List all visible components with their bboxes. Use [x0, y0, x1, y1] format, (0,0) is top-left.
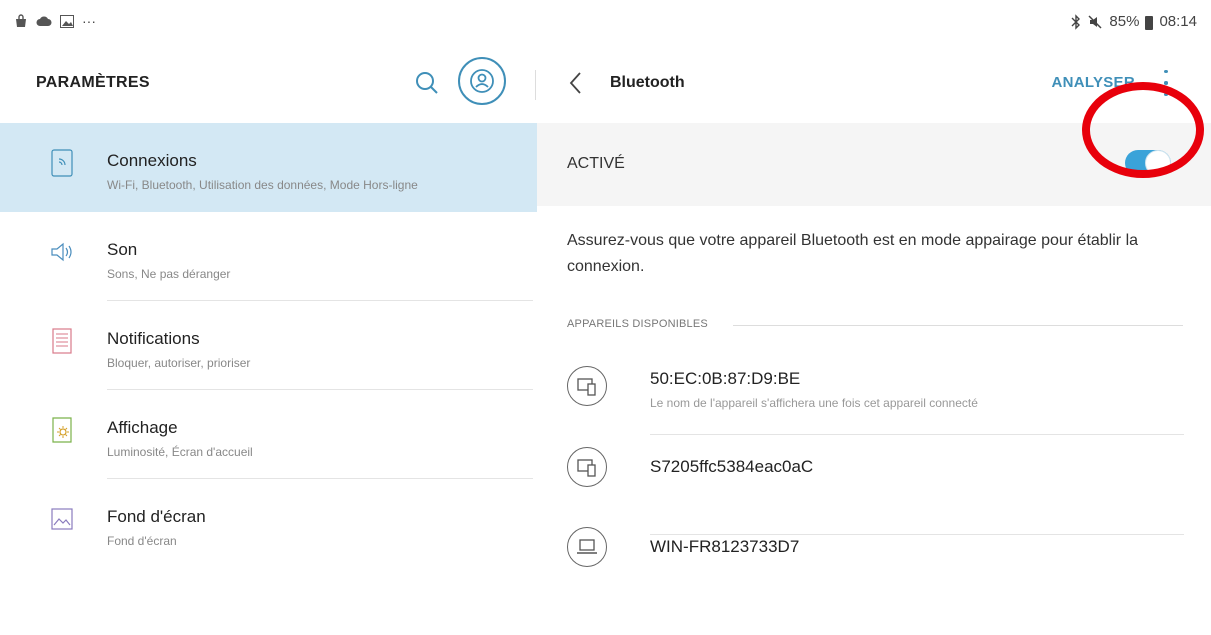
- menu-item-affichage[interactable]: Affichage Luminosité, Écran d'accueil: [0, 390, 537, 479]
- menu-item-title: Fond d'écran: [107, 507, 206, 526]
- device-item[interactable]: WIN-FR8123733D7: [537, 527, 1211, 635]
- settings-title: PARAMÈTRES: [36, 74, 150, 91]
- menu-item-subtitle: Sons, Ne pas déranger: [107, 267, 231, 281]
- more-notifications: ···: [82, 13, 96, 29]
- laptop-icon: [567, 527, 607, 567]
- status-bar: ··· 85% 08:14: [0, 0, 1211, 50]
- back-button[interactable]: [565, 70, 587, 96]
- menu-item-fond-ecran[interactable]: Fond d'écran Fond d'écran: [0, 479, 537, 568]
- status-right: 85% 08:14: [1071, 13, 1197, 30]
- settings-menu: Connexions Wi-Fi, Bluetooth, Utilisation…: [0, 123, 537, 568]
- device-name: WIN-FR8123733D7: [650, 537, 800, 556]
- menu-item-subtitle: Luminosité, Écran d'accueil: [107, 445, 253, 459]
- menu-item-son[interactable]: Son Sons, Ne pas déranger: [0, 212, 537, 301]
- device-name: 50:EC:0B:87:D9:BE: [650, 369, 801, 388]
- device-item[interactable]: S7205ffc5384eac0aC: [537, 435, 1211, 535]
- panel-divider: [535, 70, 536, 100]
- account-button[interactable]: [458, 57, 506, 105]
- notification-icon: [52, 328, 72, 354]
- search-icon: [416, 72, 438, 94]
- chevron-left-icon: [569, 72, 581, 94]
- image-icon: [60, 14, 74, 28]
- device-subtitle: Le nom de l'appareil s'affichera une foi…: [650, 396, 978, 410]
- status-left: ···: [14, 13, 96, 29]
- search-button[interactable]: [412, 68, 442, 98]
- available-devices-header: APPAREILS DISPONIBLES: [567, 318, 708, 330]
- bluetooth-panel: Bluetooth ANALYSER ACTIVÉ Assurez-vous q…: [537, 50, 1211, 573]
- battery-percent: 85%: [1109, 13, 1140, 30]
- mute-icon: [1088, 14, 1102, 29]
- menu-item-subtitle: Wi-Fi, Bluetooth, Utilisation des donnée…: [107, 178, 418, 192]
- device-name: S7205ffc5384eac0aC: [650, 457, 814, 476]
- device-icon: [567, 366, 607, 406]
- page-title: Bluetooth: [610, 74, 685, 91]
- account-icon: [470, 69, 494, 93]
- menu-item-title: Connexions: [107, 151, 197, 170]
- settings-header: PARAMÈTRES: [0, 50, 537, 123]
- device-icon: [567, 447, 607, 487]
- menu-item-subtitle: Bloquer, autoriser, prioriser: [107, 356, 251, 370]
- clock: 08:14: [1159, 13, 1197, 30]
- menu-item-subtitle: Fond d'écran: [107, 534, 177, 548]
- wallpaper-icon: [51, 508, 73, 530]
- bluetooth-icon: [1071, 13, 1081, 30]
- bag-icon: [16, 14, 26, 27]
- speaker-icon: [51, 242, 72, 262]
- menu-item-title: Affichage: [107, 418, 178, 437]
- dot: [1164, 70, 1168, 74]
- display-icon: [52, 417, 72, 443]
- menu-item-connexions[interactable]: Connexions Wi-Fi, Bluetooth, Utilisation…: [0, 123, 537, 212]
- menu-item-title: Notifications: [107, 329, 200, 348]
- section-divider: [733, 325, 1183, 326]
- battery-icon: [1145, 15, 1154, 30]
- menu-item-notifications[interactable]: Notifications Bloquer, autoriser, priori…: [0, 301, 537, 390]
- toggle-label: ACTIVÉ: [567, 155, 625, 172]
- annotation-circle: [1082, 82, 1204, 178]
- cloud-icon: [36, 16, 52, 26]
- pairing-info: Assurez-vous que votre appareil Bluetoot…: [567, 232, 1139, 275]
- wifi-icon: [51, 149, 73, 177]
- menu-item-title: Son: [107, 240, 138, 259]
